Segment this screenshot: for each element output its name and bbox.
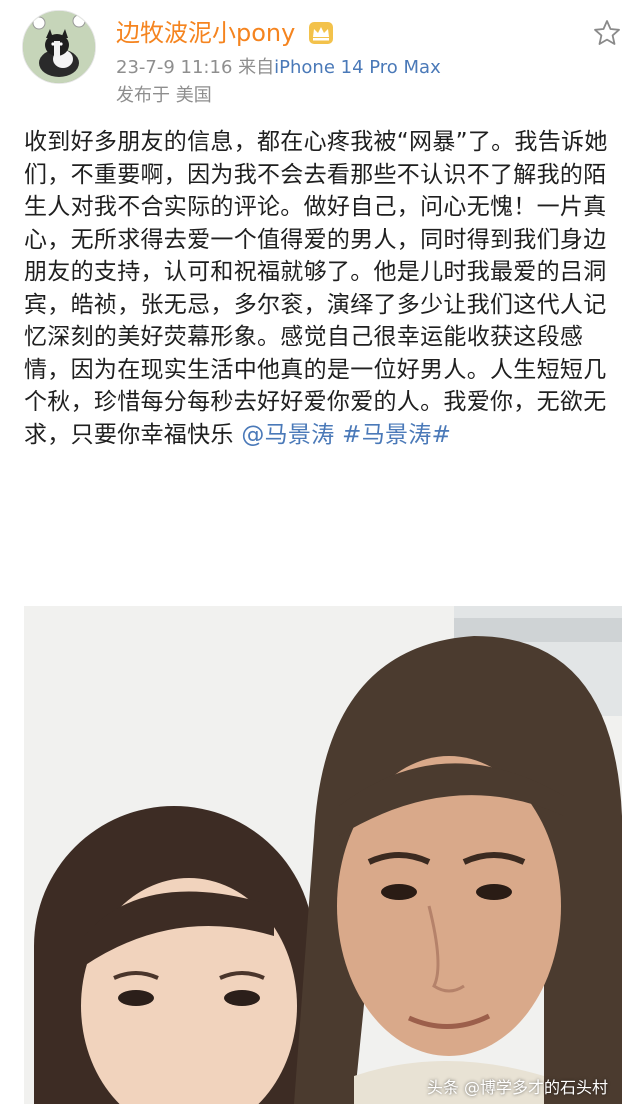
username[interactable]: 边牧波泥小pony — [116, 18, 295, 48]
post-location: 发布于 美国 — [116, 85, 212, 106]
device-link[interactable]: iPhone 14 Pro Max — [274, 57, 441, 78]
photo-illustration — [24, 606, 622, 1104]
post-date: 23-7-9 11:16 — [116, 57, 233, 78]
watermark: 头条 @博学多才的石头村 — [426, 1078, 608, 1097]
crown-vip-icon — [309, 22, 333, 44]
mention-link[interactable]: @马景涛 — [241, 422, 334, 448]
post-body: 收到好多朋友的信息，都在心疼我被“网暴”了。我告诉她们，不重要啊，因为我不会去看… — [24, 126, 620, 451]
post-header: 边牧波泥小pony 23-7-9 11:16 来自iPhone 14 Pro M… — [0, 0, 640, 120]
avatar[interactable] — [22, 10, 96, 84]
dog-avatar-icon — [23, 11, 95, 83]
post-photo[interactable]: 头条 @博学多才的石头村 — [24, 606, 622, 1104]
hashtag-link[interactable]: #马景涛# — [342, 422, 451, 448]
post-meta: 23-7-9 11:16 来自iPhone 14 Pro Max — [116, 56, 441, 80]
star-icon[interactable] — [592, 18, 622, 48]
post-text: 收到好多朋友的信息，都在心疼我被“网暴”了。我告诉她们，不重要啊，因为我不会去看… — [24, 129, 608, 448]
source-prefix: 来自 — [238, 57, 275, 78]
